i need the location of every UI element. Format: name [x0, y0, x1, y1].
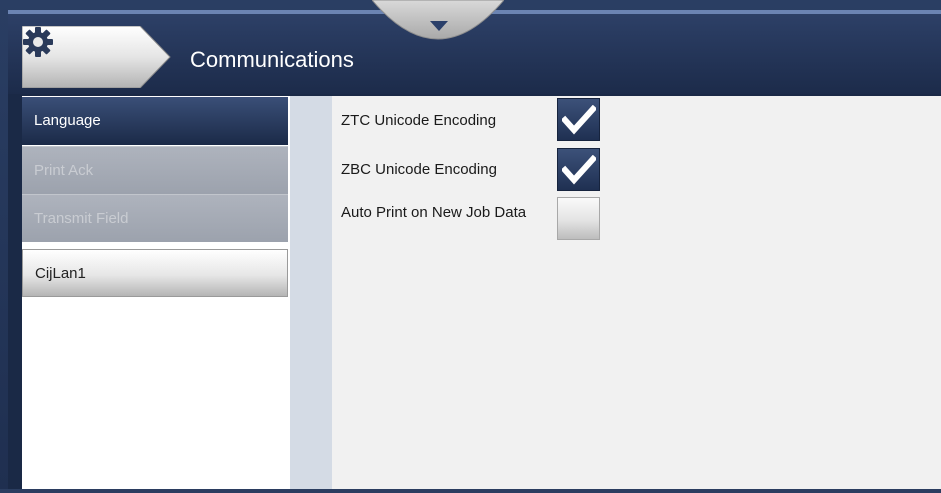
checkmark-icon: [562, 105, 596, 135]
option-label-zbc-unicode: ZBC Unicode Encoding: [341, 161, 497, 178]
sidebar-item-cijlan1[interactable]: CijLan1: [22, 249, 288, 297]
page-title: Communications: [190, 47, 354, 72]
checkmark-icon: [562, 155, 596, 185]
panel-splitter: [290, 96, 332, 491]
option-label-auto-print: Auto Print on New Job Data: [341, 204, 527, 221]
sidebar-item-print-ack: Print Ack: [22, 146, 288, 194]
zbc-unicode-checkbox[interactable]: [557, 148, 600, 191]
chevron-down-icon: [430, 21, 448, 31]
sidebar-item-transmit-field: Transmit Field: [22, 194, 288, 242]
bottom-edge: [0, 489, 941, 493]
pulldown-tab[interactable]: [372, 0, 504, 40]
option-label-ztc-unicode: ZTC Unicode Encoding: [341, 112, 497, 129]
home-settings-button[interactable]: [22, 26, 172, 88]
sidebar-item-language[interactable]: Language: [22, 97, 288, 145]
settings-panel: [332, 96, 941, 491]
auto-print-checkbox[interactable]: [557, 197, 600, 240]
gear-icon: [23, 27, 53, 57]
ztc-unicode-checkbox[interactable]: [557, 98, 600, 141]
